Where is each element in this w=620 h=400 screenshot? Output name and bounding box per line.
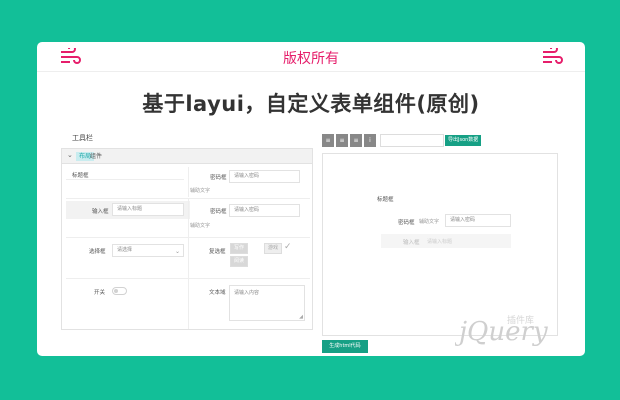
form-preview-panel: 标题框 密码框 辅助文字 请输入密码 输入框 请输入标题 — [322, 153, 558, 336]
password-field-label: 密码框 — [210, 175, 227, 181]
component-group-header[interactable]: ⌄ 布局 组件 — [62, 149, 312, 164]
export-json-button[interactable]: 导出Json数据 — [445, 135, 482, 146]
select-placeholder: 请选择 — [117, 247, 133, 253]
select-dropdown[interactable]: 请选择 ⌄ — [112, 244, 184, 257]
checkbox-field-label: 复选框 — [209, 249, 226, 255]
chevron-down-icon[interactable]: ⌄ — [67, 151, 73, 159]
divider — [188, 238, 189, 278]
preview-password-input[interactable]: 请输入密码 — [445, 214, 511, 227]
top-bar: 版权所有 — [37, 42, 585, 72]
checkbox-option[interactable]: 写作 — [230, 243, 249, 254]
select-field-label: 选择框 — [89, 249, 106, 255]
copyright-text: 版权所有 — [283, 51, 339, 67]
resize-handle-icon[interactable]: ◢ — [299, 314, 303, 320]
divider — [188, 199, 189, 237]
preview-password-label: 密码框 — [398, 220, 415, 226]
textarea-field-label: 文本域 — [209, 290, 226, 296]
checkbox-option[interactable]: 阅读 — [230, 256, 249, 267]
align-left-button[interactable]: ≡ — [322, 134, 334, 147]
password-input-2[interactable]: 请输入密码 — [229, 204, 300, 217]
textarea-placeholder: 请输入内容 — [234, 290, 260, 296]
align-center-button[interactable]: ≡ — [336, 134, 348, 147]
generate-html-button[interactable]: 生成html代码 — [322, 340, 368, 353]
watermark-sub: 插件库 — [507, 314, 534, 326]
preview-helper-text: 辅助文字 — [419, 219, 440, 225]
chevron-down-icon: ⌄ — [174, 248, 180, 255]
preview-input-placeholder: 请输入标题 — [427, 239, 453, 245]
checkbox-option-game[interactable]: 游戏 — [264, 243, 283, 254]
switch-field-label: 开关 — [94, 290, 106, 296]
password-field-label-2: 密码框 — [210, 209, 227, 215]
info-button[interactable]: i — [364, 134, 376, 147]
content-card: 版权所有 基于layui，自定义表单组件(原创) 工具栏 ⌄ 布局 组件 标题框… — [37, 42, 585, 356]
toggle-switch[interactable] — [112, 287, 127, 295]
title-input[interactable]: 请输入标题 — [112, 203, 184, 216]
title-field-label: 标题框 — [72, 173, 89, 179]
input-field-label: 输入框 — [92, 209, 109, 215]
divider — [66, 179, 184, 180]
builder-panel: ⌄ 布局 组件 标题框 密码框 请输入密码 辅助文字 输入框 请输入标题 密码框… — [61, 148, 313, 330]
check-icon: ✓ — [284, 242, 292, 252]
helper-text-2: 辅助文字 — [190, 223, 211, 229]
jquery-watermark: jQuery 插件库 — [455, 314, 548, 347]
page-title: 基于layui，自定义表单组件(原创) — [142, 92, 480, 116]
password-input[interactable]: 请输入密码 — [229, 170, 300, 183]
content-textarea[interactable]: 请输入内容 ◢ — [229, 285, 305, 321]
divider — [188, 279, 189, 329]
preview-input-label: 输入框 — [403, 240, 420, 246]
preview-title-label: 标题框 — [377, 197, 394, 203]
toolbar-label: 工具栏 — [72, 134, 93, 142]
align-right-button[interactable]: ≡ — [350, 134, 362, 147]
divider — [188, 167, 189, 197]
helper-text: 辅助文字 — [190, 188, 211, 194]
group-label: 组件 — [90, 153, 103, 160]
wind-icon — [543, 48, 563, 64]
toolbar-input[interactable] — [380, 134, 444, 147]
